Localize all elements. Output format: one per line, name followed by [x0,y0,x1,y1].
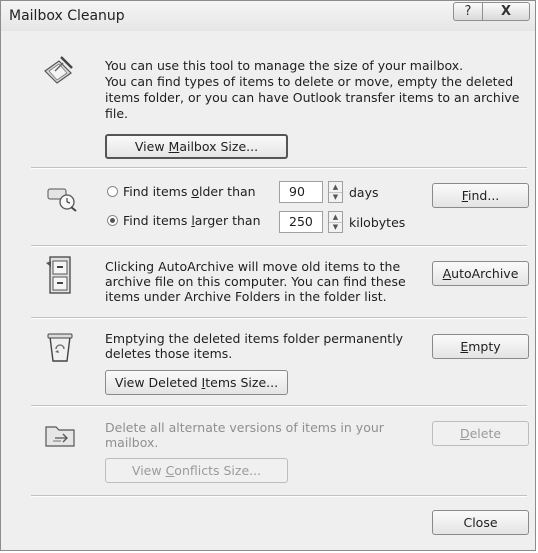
section-divider [31,495,527,497]
mailbox-desc-line-4: file. [105,106,129,121]
mailbox-desc-line-1: You can use this tool to manage the size… [105,58,464,73]
find-older-label[interactable]: Find items older than [123,184,256,199]
view-deleted-items-size-button[interactable]: View Deleted Items Size... [105,370,288,395]
autoarchive-desc-line-1: Clicking AutoArchive will move old items… [105,259,401,274]
larger-unit-label: kilobytes [349,215,406,230]
older-days-input[interactable]: 90 [279,181,323,203]
mailbox-cleanup-dialog: Mailbox Cleanup ? X You can use this too… [0,0,536,551]
deleted-desc-line-2: deletes those items. [105,346,233,361]
mailbox-desc-line-2: You can find types of items to delete or… [105,74,514,89]
conflicts-description: Delete all alternate versions of items i… [105,420,425,450]
deleted-desc-line-1: Emptying the deleted items folder perman… [105,331,404,346]
autoarchive-desc-line-2: archive file on this computer. You can f… [105,274,406,289]
autoarchive-desc-line-3: items under Archive Folders in the folde… [105,289,387,304]
close-window-button[interactable]: X [482,2,530,21]
close-button[interactable]: Close [432,510,529,535]
title-bar: Mailbox Cleanup ? X [1,1,535,31]
filing-cabinet-icon [46,256,71,294]
broom-cleanup-icon [44,56,73,84]
older-days-spinner[interactable]: ▲ ▼ [328,181,343,203]
larger-kb-spinner[interactable]: ▲ ▼ [328,211,343,233]
section-divider [31,167,527,169]
section-divider [31,245,527,247]
find-larger-radio[interactable] [107,215,118,226]
dialog-title: Mailbox Cleanup [9,8,125,24]
autoarchive-description: Clicking AutoArchive will move old items… [105,259,425,304]
find-button[interactable]: Find... [432,183,529,208]
spin-down-icon[interactable]: ▼ [329,222,342,232]
section-divider [31,405,527,407]
deleted-description: Emptying the deleted items folder perman… [105,331,425,361]
find-larger-label[interactable]: Find items larger than [123,213,261,228]
find-older-radio[interactable] [107,186,118,197]
conflict-folder-icon [45,426,75,447]
clock-search-icon [47,188,77,212]
delete-button[interactable]: Delete [432,421,529,446]
view-conflicts-size-button[interactable]: View Conflicts Size... [105,458,288,483]
empty-button[interactable]: Empty [432,334,529,359]
section-divider [31,317,527,319]
mailbox-desc-line-3: items folder, or you can have Outlook tr… [105,90,520,105]
larger-kb-input[interactable]: 250 [279,211,323,233]
view-mailbox-size-button[interactable]: View Mailbox Size... [105,134,288,159]
help-button[interactable]: ? [453,2,483,21]
older-unit-label: days [349,185,379,200]
conflicts-desc-line-2: mailbox. [105,435,159,450]
recycle-bin-icon [47,333,73,362]
spin-down-icon[interactable]: ▼ [329,192,342,202]
conflicts-desc-line-1: Delete all alternate versions of items i… [105,420,384,435]
autoarchive-button[interactable]: AutoArchive [432,261,529,286]
mailbox-description: You can use this tool to manage the size… [105,58,525,122]
